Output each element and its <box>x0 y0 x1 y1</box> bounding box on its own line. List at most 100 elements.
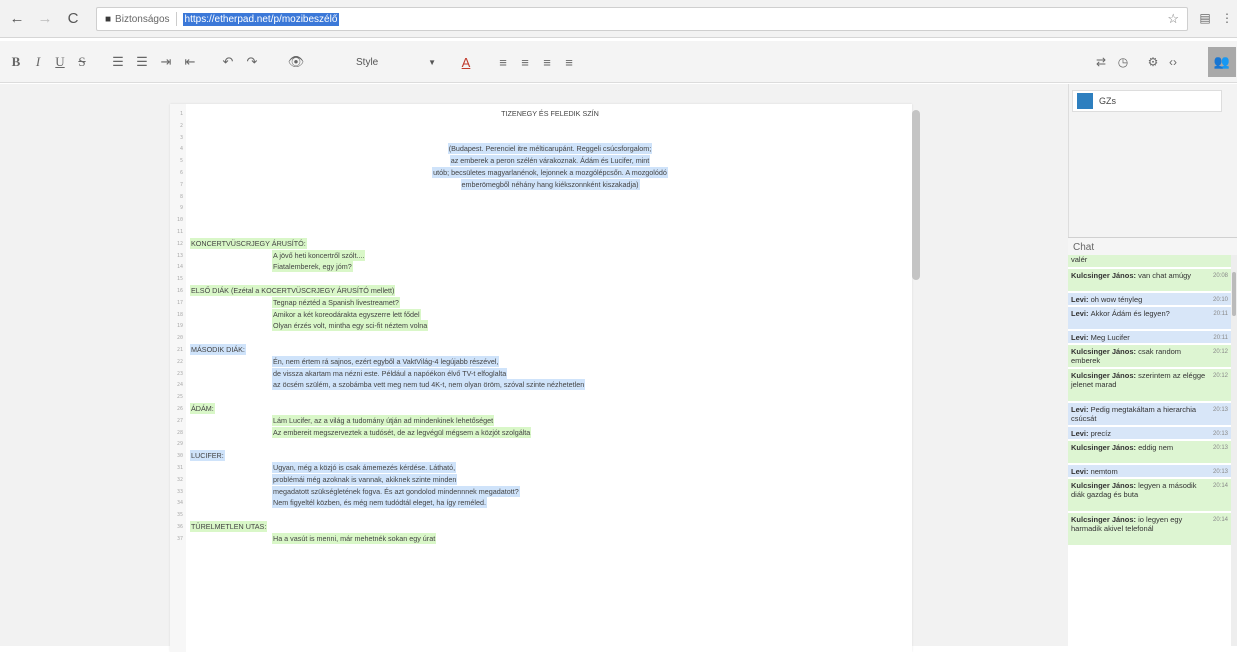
ordered-list-icon[interactable]: ☰ <box>108 51 128 73</box>
users-icon[interactable]: 👥 <box>1208 47 1236 77</box>
align-right-icon[interactable]: ≡ <box>560 51 578 73</box>
pad-line[interactable]: megadatott szükségletének fogva. És azt … <box>272 485 520 498</box>
chevron-down-icon: ▼ <box>428 57 436 67</box>
gear-icon[interactable]: ⚙ <box>1144 51 1162 73</box>
pad-line[interactable]: TÜRELMETLEN UTAS: <box>190 521 268 533</box>
pad-line[interactable]: A jövő heti koncertről szólt.... <box>272 249 366 262</box>
browser-menu-icon[interactable]: ⋮ <box>1218 9 1236 27</box>
user-color-swatch[interactable] <box>1077 93 1093 109</box>
chat-author: Levi: <box>1071 295 1091 304</box>
chat-message: valér <box>1068 255 1231 267</box>
editor-toolbar: B I U S ☰ ☰ ⇥ ⇤ ↶ ↷ 👁 Style ▼ A ≡ ≡ ≡ ≡ … <box>0 41 1237 83</box>
pad-line-text: ELSŐ DIÁK (Ezétal a KOCERTVÜSCRJEGY ÁRUS… <box>190 285 396 296</box>
pad-line[interactable]: Amikor a két koreodárakta egyszerre lett… <box>272 308 421 321</box>
pad-line[interactable]: de vissza akartam ma nézni este. Például… <box>272 367 508 380</box>
align-justify-icon[interactable]: ≡ <box>538 51 556 73</box>
chat-message: Levi: oh wow tényleg 20:10 <box>1068 293 1231 305</box>
chat-message: Levi: Pedig megtakáltam a hierarchia csú… <box>1068 403 1231 425</box>
redo-icon[interactable]: ↷ <box>242 51 262 73</box>
chat-message: Kulcsinger János: io legyen egy harmadik… <box>1068 513 1231 545</box>
user-list-item[interactable]: GZs <box>1072 90 1222 112</box>
pad-line[interactable]: problémái még azoknak is vannak, akiknek… <box>272 473 458 486</box>
line-number: 31 <box>176 465 183 471</box>
bold-button[interactable]: B <box>8 51 24 73</box>
pad-document[interactable]: 1 TIZENEGY ÉS FELEDIK SZÍN 2 3 4 (Budapest. P… <box>170 104 912 652</box>
line-number: 4 <box>179 146 183 153</box>
embed-icon[interactable]: ‹› <box>1164 51 1182 73</box>
pad-line[interactable]: az öcsém szülém, a szobámba vett meg nem… <box>272 379 586 391</box>
strikethrough-button[interactable]: S <box>74 51 90 73</box>
settings-list-icon[interactable]: ⇄ <box>1092 51 1110 73</box>
chat-message: Levi: Akkor Ádám és legyen? 20:11 <box>1068 307 1231 329</box>
extension-icon[interactable]: ▤ <box>1196 9 1214 27</box>
forward-icon[interactable]: → <box>34 8 56 30</box>
line-number: 20 <box>176 335 183 342</box>
pad-line[interactable]: Ugyan, még a közjó is csak ámemezés kérd… <box>272 462 457 474</box>
underline-button[interactable]: U <box>52 51 68 73</box>
style-select[interactable]: Style ▼ <box>352 51 442 73</box>
line-number: 34 <box>176 500 183 507</box>
line-number: 23 <box>176 370 183 377</box>
pad-line[interactable]: utób; becsületes magyarlanénok, lejonnek… <box>190 167 910 179</box>
line-number: 11 <box>176 229 183 235</box>
chat-timestamp: 20:08 <box>1212 273 1228 279</box>
text-color-icon[interactable]: A <box>456 51 476 73</box>
user-name[interactable]: GZs <box>1099 96 1116 106</box>
chat-author: Kulcsinger János: <box>1071 271 1139 280</box>
indent-icon[interactable]: ⇥ <box>156 51 176 73</box>
line-number: 22 <box>176 358 183 365</box>
line-number: 26 <box>176 406 183 412</box>
chat-author: Levi: <box>1071 309 1091 318</box>
pad-line[interactable]: Tegnap néztéd a Spanish livestreamet? <box>272 296 400 309</box>
chat-text: valér <box>1071 255 1088 264</box>
bookmark-star-icon[interactable]: ☆ <box>1167 11 1179 27</box>
line-number: 33 <box>176 488 183 495</box>
reload-icon[interactable]: C <box>62 8 84 30</box>
back-icon[interactable]: ← <box>6 8 28 30</box>
pad-line[interactable]: KONCERTVÜSCRJEGY ÁRUSÍTÓ: <box>190 237 307 250</box>
pad-line[interactable]: Nem figyeltél közben, és még nem tudódtá… <box>272 497 487 509</box>
address-bar[interactable]: ■ Biztonságos https://etherpad.net/p/moz… <box>96 7 1188 31</box>
pad-line-text: az emberek a peron szélén várakoznak. Ád… <box>449 155 651 167</box>
line-number: 21 <box>176 347 183 353</box>
chat-timestamp: 20:14 <box>1212 517 1228 523</box>
pad-line-text: A jövő heti koncertről szólt.... <box>272 249 366 261</box>
pad-line-text: Nem figyeltél közben, és még nem tudódtá… <box>272 497 487 509</box>
editor-scrollbar[interactable] <box>912 110 920 280</box>
line-number: 37 <box>176 535 183 542</box>
pad-line[interactable]: (Budapest. Perenciel itre mélticarupánt.… <box>190 143 910 155</box>
chat-message: Kulcsinger János: csak random emberek 20:… <box>1068 345 1231 367</box>
line-number: 18 <box>176 311 183 318</box>
pad-line[interactable]: Ha a vasút is menni, már mehetnék sokan … <box>272 532 437 545</box>
chat-scrollbar-thumb[interactable] <box>1232 272 1236 316</box>
line-number: 28 <box>176 429 183 436</box>
undo-icon[interactable]: ↶ <box>218 51 238 73</box>
pad-line[interactable]: LUCIFER: <box>190 450 225 462</box>
pad-line[interactable]: TIZENEGY ÉS FELEDIK SZÍN <box>190 108 910 120</box>
outdent-icon[interactable]: ⇤ <box>180 51 200 73</box>
pad-line[interactable]: emberömegből néhány hang kiékszonnként k… <box>190 178 910 191</box>
align-left-icon[interactable]: ≡ <box>494 51 512 73</box>
pad-line[interactable]: Az embereit megszerveztek a tudósét, de … <box>272 426 532 439</box>
pad-line[interactable]: Olyan érzés volt, mintha egy sci-fit néz… <box>272 320 429 332</box>
pad-line[interactable]: MÁSODIK DIÁK: <box>190 344 246 356</box>
pad-line-text: Fiatalemberek, egy jóm? <box>272 261 353 273</box>
url-text[interactable]: https://etherpad.net/p/mozibeszélő <box>182 12 340 26</box>
unordered-list-icon[interactable]: ☰ <box>132 51 152 73</box>
pad-line[interactable]: ÁDÁM: <box>190 403 215 415</box>
authorship-colors-icon[interactable]: 👁 <box>284 51 308 73</box>
italic-button[interactable]: I <box>30 51 46 73</box>
pad-line[interactable]: Lám Lucifer, az a világ a tudomány útján… <box>272 414 495 427</box>
line-number: 19 <box>176 323 183 330</box>
pad-line[interactable]: Én, nem értem rá sajnos, ezért egyből a … <box>272 355 500 368</box>
pad-line[interactable]: Fiatalemberek, egy jóm? <box>272 261 353 273</box>
chat-header[interactable]: Chat <box>1068 237 1237 255</box>
line-number: 8 <box>179 193 183 200</box>
pad-line-text: megadatott szükségletének fogva. És azt … <box>272 485 520 497</box>
line-number: 6 <box>179 170 183 176</box>
pad-line[interactable]: az emberek a peron szélén várakoznak. Ád… <box>190 155 910 167</box>
pad-line[interactable]: ELSŐ DIÁK (Ezétal a KOCERTVÜSCRJEGY ÁRUS… <box>190 285 396 297</box>
history-icon[interactable]: ◷ <box>1114 51 1132 73</box>
align-center-icon[interactable]: ≡ <box>516 51 534 73</box>
line-number: 12 <box>176 240 183 247</box>
